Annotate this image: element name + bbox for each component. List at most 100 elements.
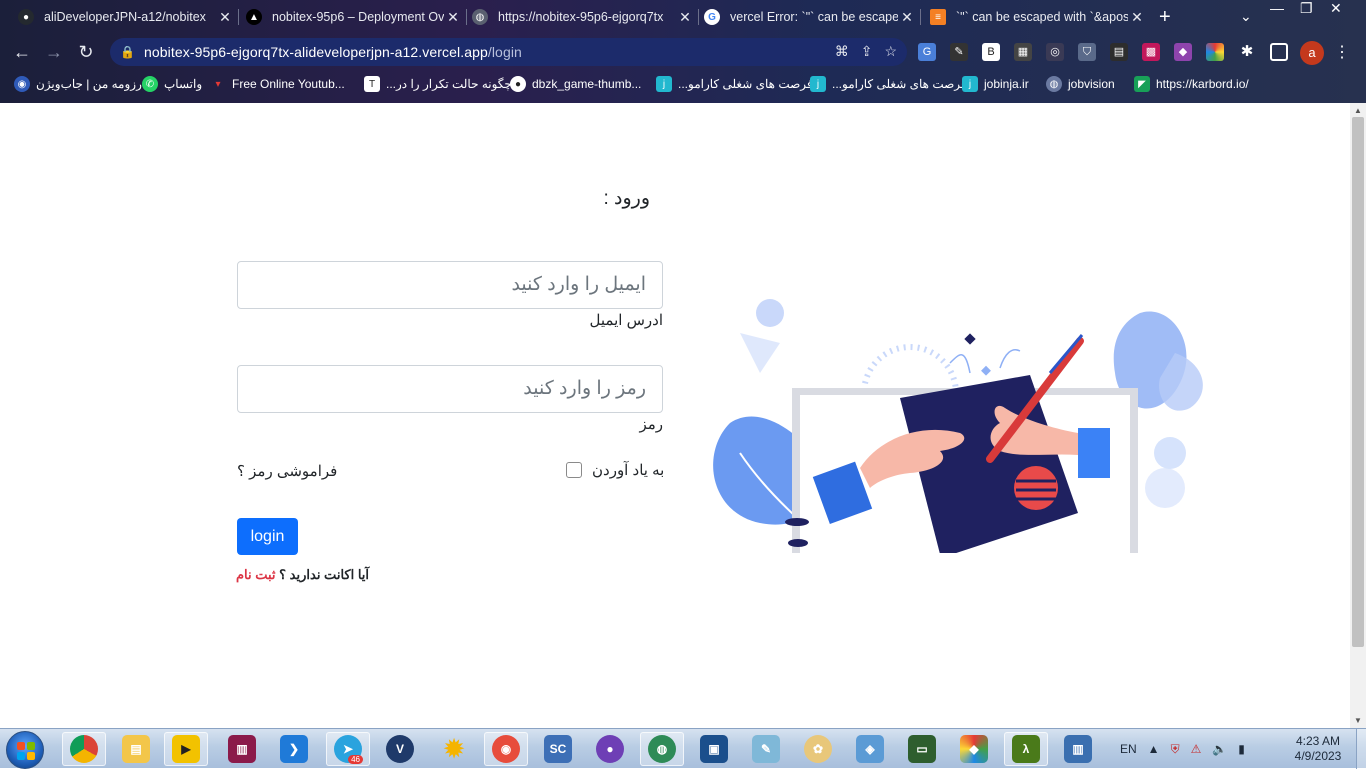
taskbar-recorder[interactable]: ◉ bbox=[484, 732, 528, 766]
no-account-text: آیا اکانت ندارید ؟ bbox=[275, 567, 370, 582]
address-bar[interactable]: 🔒 nobitex-95p6-ejgorq7tx-alideveloperjpn… bbox=[110, 38, 907, 66]
scrollbar-thumb[interactable] bbox=[1352, 117, 1364, 647]
lock-icon[interactable]: 🔒 bbox=[120, 45, 135, 59]
clock-time: 4:23 AM bbox=[1295, 734, 1341, 748]
network-icon: ◍ bbox=[648, 735, 676, 763]
jobinja-icon: j bbox=[810, 76, 826, 92]
close-icon[interactable]: ✕ bbox=[1128, 9, 1146, 26]
close-window-button[interactable]: ✕ bbox=[1330, 0, 1342, 17]
terminal-icon: ▭ bbox=[908, 735, 936, 763]
bookmark-item[interactable]: T چگونه حالت تکرار را در... bbox=[364, 76, 512, 92]
language-indicator[interactable]: EN bbox=[1120, 742, 1137, 756]
network-signal-icon[interactable]: ▮ bbox=[1238, 742, 1245, 756]
back-button[interactable]: ← bbox=[10, 41, 34, 63]
bookmark-item[interactable]: j فرصت های شغلی کارامو... bbox=[810, 76, 967, 92]
taskbar-telegram[interactable]: ➤ 46 bbox=[326, 732, 370, 766]
restore-button[interactable]: ❐ bbox=[1300, 0, 1313, 17]
tab-google-search[interactable]: G vercel Error: `"` can be escaped ✕ bbox=[704, 2, 916, 32]
url-host: nobitex-95p6-ejgorq7tx-alideveloperjpn-a… bbox=[144, 44, 488, 60]
menu-icon[interactable]: ⋮ bbox=[1334, 42, 1350, 62]
extension-icon[interactable]: ✎ bbox=[950, 43, 968, 61]
bookmark-item[interactable]: ◉ رزومه من | جاب‌ویژن bbox=[14, 76, 142, 92]
extension-icon[interactable]: G bbox=[918, 43, 936, 61]
taskbar-notes[interactable]: ✎ bbox=[744, 732, 788, 766]
tab-search-icon[interactable]: ⌄ bbox=[1240, 8, 1252, 25]
email-input[interactable] bbox=[237, 261, 663, 309]
stackoverflow-icon: ≡ bbox=[930, 9, 946, 25]
page-scrollbar[interactable]: ▲ ▼ bbox=[1350, 103, 1366, 728]
taskbar-explorer[interactable]: ▤ bbox=[114, 732, 158, 766]
taskbar-cube[interactable]: ◈ bbox=[848, 732, 892, 766]
bookmark-item[interactable]: j فرصت های شغلی کارامو... bbox=[656, 76, 813, 92]
bookmark-item[interactable]: ◤ https://karbord.io/ bbox=[1134, 76, 1249, 92]
taskbar-lambda[interactable]: λ bbox=[1004, 732, 1048, 766]
bookmark-item[interactable]: ● dbzk_game-thumb... bbox=[510, 76, 641, 92]
volume-icon[interactable]: 🔈 bbox=[1212, 742, 1227, 756]
taskbar-kmplayer[interactable]: ▶ bbox=[164, 732, 208, 766]
login-button[interactable]: login bbox=[237, 518, 298, 555]
taskbar-git[interactable]: ◆ bbox=[952, 732, 996, 766]
bookmark-item[interactable]: j jobinja.ir bbox=[962, 76, 1029, 92]
tab-divider bbox=[466, 9, 467, 25]
profile-avatar[interactable]: a bbox=[1300, 41, 1324, 65]
new-tab-button[interactable]: + bbox=[1159, 6, 1171, 29]
extension-icon[interactable]: ◎ bbox=[1046, 43, 1064, 61]
taskbar-screencast[interactable]: SC bbox=[536, 732, 580, 766]
scroll-down-icon[interactable]: ▼ bbox=[1354, 716, 1362, 725]
taskbar-paint[interactable]: ✿ bbox=[796, 732, 840, 766]
remember-checkbox[interactable] bbox=[566, 462, 582, 478]
color-picker-icon[interactable] bbox=[1206, 43, 1224, 61]
tray-expand-icon[interactable]: ▲ bbox=[1148, 742, 1160, 756]
taskbar-virtualbox[interactable]: ▣ bbox=[692, 732, 736, 766]
extension-icon[interactable]: ▤ bbox=[1110, 43, 1128, 61]
taskbar-chrome[interactable] bbox=[62, 732, 106, 766]
taskbar-weather[interactable]: ✹ bbox=[432, 732, 476, 766]
bookmark-item[interactable]: ▾ Free Online Youtub... bbox=[210, 76, 344, 92]
taskbar-v2ray[interactable]: V bbox=[378, 732, 422, 766]
forward-button[interactable]: → bbox=[42, 41, 66, 63]
tab-vercel[interactable]: ▲ nobitex-95p6 – Deployment Ov ✕ bbox=[246, 2, 462, 32]
translate-icon[interactable]: ⌘ bbox=[835, 43, 849, 60]
taskbar-terminal[interactable]: ▭ bbox=[900, 732, 944, 766]
update-icon[interactable]: ⚠ bbox=[1191, 742, 1202, 756]
tab-strip: ● aliDeveloperJPN-a12/nobitex ✕ ▲ nobite… bbox=[0, 0, 1366, 34]
bookmark-star-icon[interactable]: ☆ bbox=[884, 43, 897, 60]
security-icon[interactable]: ⛨ bbox=[1171, 742, 1180, 757]
tab-stackoverflow[interactable]: ≡ `"` can be escaped with `&apos; ✕ bbox=[930, 2, 1146, 32]
taskbar-github-desktop[interactable]: ● bbox=[588, 732, 632, 766]
puzzle-icon[interactable]: ✱ bbox=[1238, 43, 1256, 61]
close-icon[interactable]: ✕ bbox=[676, 9, 694, 26]
close-icon[interactable]: ✕ bbox=[444, 9, 462, 26]
extension-icon[interactable]: B bbox=[982, 43, 1000, 61]
tab-nobitex-login[interactable]: ◍ https://nobitex-95p6-ejgorq7tx ✕ bbox=[472, 2, 694, 32]
show-desktop-button[interactable] bbox=[1356, 729, 1366, 769]
github-desktop-icon: ● bbox=[596, 735, 624, 763]
kmplayer-icon: ▶ bbox=[172, 735, 200, 763]
signup-link[interactable]: ثبت نام bbox=[236, 567, 276, 582]
bookmark-item[interactable]: ✆ واتساپ bbox=[142, 76, 202, 92]
share-icon[interactable]: ⇪ bbox=[861, 43, 873, 60]
bookmark-item[interactable]: ◍ jobvision bbox=[1046, 76, 1115, 92]
extension-icon[interactable]: ▩ bbox=[1142, 43, 1160, 61]
scroll-up-icon[interactable]: ▲ bbox=[1354, 106, 1362, 115]
clock-date: 4/9/2023 bbox=[1294, 749, 1342, 763]
reload-button[interactable]: ↻ bbox=[74, 41, 98, 63]
url-path: /login bbox=[487, 44, 522, 60]
clock[interactable]: 4:23 AM 4/9/2023 bbox=[1288, 734, 1348, 764]
extension-icon[interactable]: ⛉ bbox=[1078, 43, 1096, 61]
side-panel-icon[interactable] bbox=[1270, 43, 1288, 61]
forgot-password-link[interactable]: فراموشی رمز ؟ bbox=[237, 462, 337, 480]
remember-me[interactable]: به یاد آوردن bbox=[566, 461, 664, 479]
start-button[interactable] bbox=[6, 731, 44, 769]
password-input[interactable] bbox=[237, 365, 663, 413]
taskbar-vscode[interactable]: ❯ bbox=[272, 732, 316, 766]
taskbar-remote-desktop[interactable]: ▥ bbox=[1056, 732, 1100, 766]
taskbar-winrar[interactable]: ▥ bbox=[220, 732, 264, 766]
close-icon[interactable]: ✕ bbox=[216, 9, 234, 26]
taskbar-network[interactable]: ◍ bbox=[640, 732, 684, 766]
extension-icon[interactable]: ◆ bbox=[1174, 43, 1192, 61]
minimize-button[interactable]: — bbox=[1270, 0, 1284, 16]
extension-icon[interactable]: ▦ bbox=[1014, 43, 1032, 61]
close-icon[interactable]: ✕ bbox=[898, 9, 916, 26]
tab-github[interactable]: ● aliDeveloperJPN-a12/nobitex ✕ bbox=[18, 2, 234, 32]
